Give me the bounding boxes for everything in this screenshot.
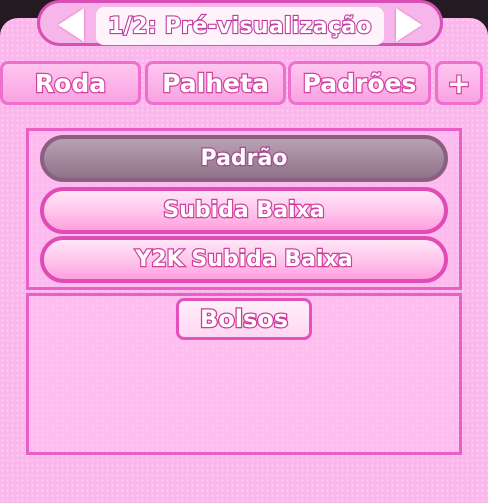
add-tab-button[interactable]: +	[435, 61, 483, 105]
arrow-right-icon[interactable]	[396, 8, 422, 42]
pattern-option-subida-baixa[interactable]: Subida Baixa	[40, 187, 448, 234]
pattern-option-padrao[interactable]: Padrão	[40, 135, 448, 182]
tab-palheta[interactable]: Palheta	[145, 61, 286, 105]
header-title-box: 1/2: Pré-visualização	[96, 7, 384, 45]
header-title: 1/2: Pré-visualização	[107, 12, 373, 39]
arrow-left-icon[interactable]	[58, 8, 84, 42]
preview-header: 1/2: Pré-visualização	[37, 0, 443, 46]
tab-padroes[interactable]: Padrões	[288, 61, 431, 105]
tab-roda[interactable]: Roda	[0, 61, 141, 105]
pattern-option-y2k-subida-baixa[interactable]: Y2K Subida Baixa	[40, 236, 448, 283]
game-ui: 1/2: Pré-visualização Roda Palheta Padrõ…	[0, 0, 488, 503]
pockets-button[interactable]: Bolsos	[176, 298, 312, 340]
